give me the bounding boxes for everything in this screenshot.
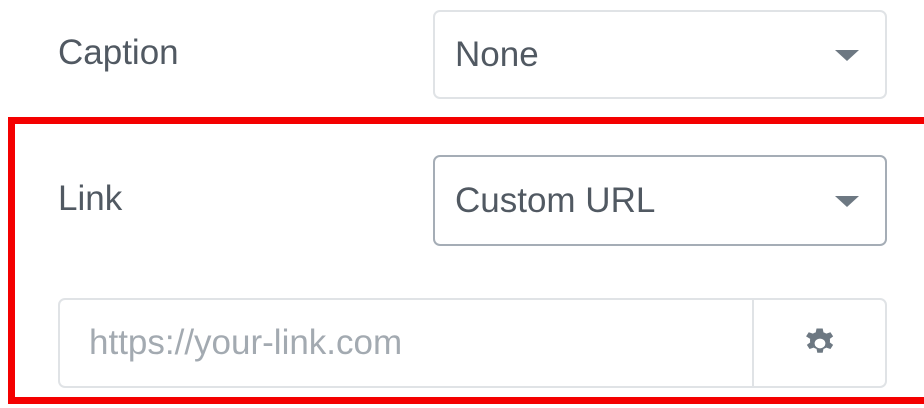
custom-url-field [58,298,887,388]
custom-url-input[interactable] [60,300,752,386]
link-settings-button[interactable] [754,300,885,386]
link-select-value: Custom URL [455,180,656,220]
link-select[interactable]: Custom URL [433,155,887,246]
caption-label: Caption [58,33,179,72]
link-label: Link [58,179,123,218]
gear-icon [801,324,839,362]
chevron-down-icon [835,49,859,61]
chevron-down-icon [835,195,859,207]
caption-select-value: None [455,34,539,74]
caption-select[interactable]: None [433,10,887,99]
